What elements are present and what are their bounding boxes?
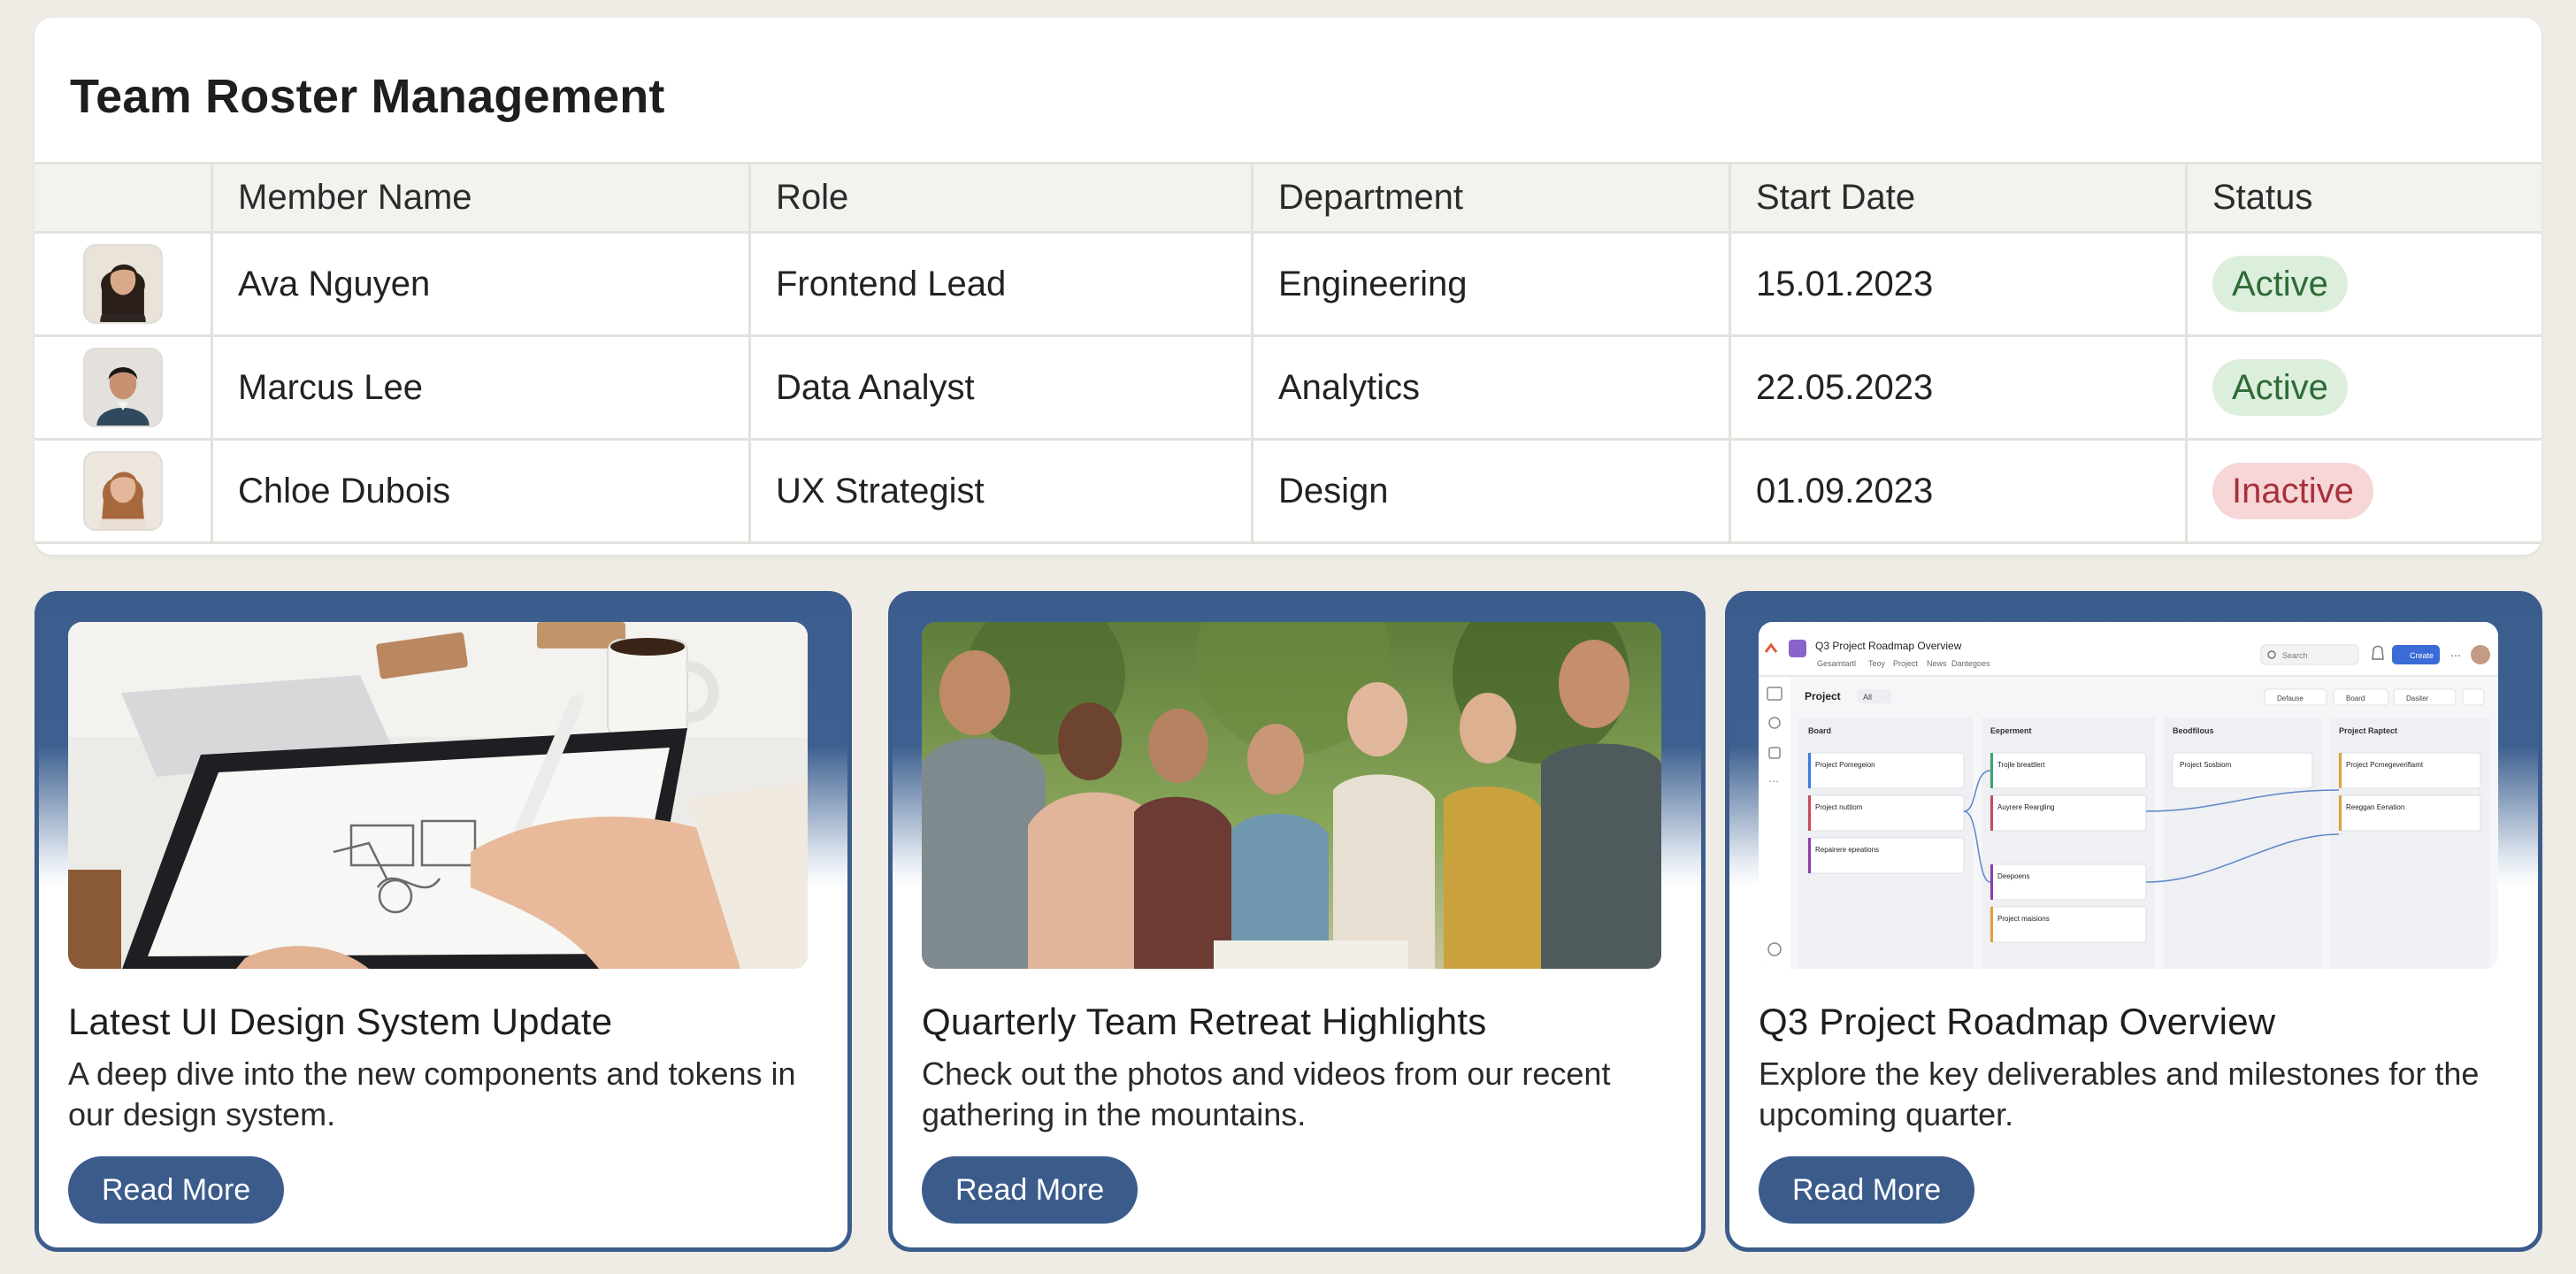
toolbar-button[interactable]: Dasiter (2406, 695, 2429, 702)
column-header-role[interactable]: Role (751, 165, 1254, 231)
team-retreat-photo (922, 622, 1661, 969)
roadmap-tab[interactable]: Dantegoes (1951, 659, 1990, 668)
toolbar-button[interactable]: Defause (2277, 695, 2304, 702)
table-row[interactable]: Chloe Dubois UX Strategist Design 01.09.… (34, 441, 2542, 544)
roadmap-task-card[interactable]: Trojle breattlert (1997, 761, 2045, 769)
roadmap-screenshot: Q3 Project Roadmap Overview Gesamtartl T… (1759, 622, 2498, 969)
avatar (82, 451, 163, 531)
member-department: Analytics (1254, 337, 1731, 438)
member-role: Frontend Lead (751, 234, 1254, 334)
status-badge: Inactive (2212, 463, 2373, 519)
project-toolbar-label: Project (1805, 690, 1841, 702)
table-row[interactable]: Ava Nguyen Frontend Lead Engineering 15.… (34, 234, 2542, 337)
roadmap-task-card[interactable]: Project Sosbiom (2180, 761, 2232, 769)
card-description: A deep dive into the new components and … (68, 1055, 796, 1132)
roadmap-tab[interactable]: Gesamtartl (1817, 659, 1856, 668)
read-more-button[interactable]: Read More (1759, 1156, 1975, 1224)
card-description: Explore the key deliverables and milesto… (1759, 1055, 2480, 1132)
member-role: UX Strategist (751, 441, 1254, 541)
design-system-card: Latest UI Design System Update A deep di… (34, 591, 852, 1252)
roadmap-task-card[interactable]: Auyrere Reargling (1997, 803, 2054, 811)
status-cell: Inactive (2188, 441, 2542, 541)
member-department: Design (1254, 441, 1731, 541)
table-row[interactable]: Marcus Lee Data Analyst Analytics 22.05.… (34, 337, 2542, 441)
roadmap-tab[interactable]: Project (1893, 659, 1919, 668)
team-roster-panel: Team Roster Management Member Name Role … (34, 18, 2542, 555)
page-title: Team Roster Management (70, 70, 665, 123)
read-more-button[interactable]: Read More (68, 1156, 285, 1224)
roadmap-window-title: Q3 Project Roadmap Overview (1815, 640, 1962, 652)
member-start-date: 15.01.2023 (1731, 234, 2188, 334)
column-header-department[interactable]: Department (1254, 165, 1731, 231)
tablet-sketch-image (68, 622, 808, 969)
read-more-button[interactable]: Read More (922, 1156, 1138, 1224)
team-retreat-card: Quarterly Team Retreat Highlights Check … (888, 591, 1706, 1252)
toolbar-button[interactable]: Board (2346, 695, 2365, 702)
roster-table: Member Name Role Department Start Date S… (34, 162, 2542, 544)
member-name: Marcus Lee (213, 337, 751, 438)
member-department: Engineering (1254, 234, 1731, 334)
column-header-status[interactable]: Status (2188, 165, 2542, 231)
roadmap-column-title: Eeperment (1990, 726, 2032, 735)
roadmap-column-title: Board (1808, 726, 1831, 735)
column-header-member-name[interactable]: Member Name (213, 165, 751, 231)
roadmap-task-card[interactable]: Deepoens (1997, 872, 2029, 880)
roadmap-task-card[interactable]: Project nuttiom (1815, 803, 1863, 811)
roadmap-card: Q3 Project Roadmap Overview Gesamtartl T… (1725, 591, 2542, 1252)
filter-select[interactable]: All (1863, 693, 1872, 702)
card-title: Latest UI Design System Update (68, 1001, 613, 1042)
roadmap-tab[interactable]: Teoy (1868, 659, 1886, 668)
avatar-cell (34, 441, 213, 541)
avatar[interactable] (2471, 645, 2490, 664)
card-title: Quarterly Team Retreat Highlights (922, 1001, 1487, 1042)
status-cell: Active (2188, 337, 2542, 438)
status-badge: Active (2212, 359, 2348, 416)
card-description: Check out the photos and videos from our… (922, 1055, 1611, 1132)
column-header-avatar (34, 165, 213, 231)
roadmap-column-title: Project Raptect (2339, 726, 2397, 735)
status-cell: Active (2188, 234, 2542, 334)
more-icon[interactable]: ⋯ (1768, 775, 1779, 787)
roadmap-column-title: Beodfilous (2173, 726, 2214, 735)
status-badge: Active (2212, 256, 2348, 312)
roadmap-task-card[interactable]: Project maisions (1997, 915, 2050, 923)
roadmap-tab[interactable]: News (1927, 659, 1947, 668)
roadmap-task-card[interactable]: Repairere epeations (1815, 846, 1879, 854)
card-title: Q3 Project Roadmap Overview (1759, 1001, 2276, 1042)
member-name: Ava Nguyen (213, 234, 751, 334)
roadmap-task-card[interactable]: Reeggan Eenation (2346, 803, 2404, 811)
roadmap-search[interactable]: Search (2282, 651, 2308, 660)
member-start-date: 22.05.2023 (1731, 337, 2188, 438)
avatar (82, 244, 163, 324)
avatar-cell (34, 337, 213, 438)
member-name: Chloe Dubois (213, 441, 751, 541)
more-icon[interactable]: ⋯ (2450, 649, 2461, 662)
column-header-start-date[interactable]: Start Date (1731, 165, 2188, 231)
avatar (82, 348, 163, 427)
table-header-row: Member Name Role Department Start Date S… (34, 162, 2542, 234)
member-role: Data Analyst (751, 337, 1254, 438)
roadmap-task-card[interactable]: Project Pomegeion (1815, 761, 1875, 769)
member-start-date: 01.09.2023 (1731, 441, 2188, 541)
create-button-label: Create (2410, 651, 2434, 660)
avatar-cell (34, 234, 213, 334)
roadmap-task-card[interactable]: Project Pcrnegeveriflamt (2346, 761, 2424, 769)
